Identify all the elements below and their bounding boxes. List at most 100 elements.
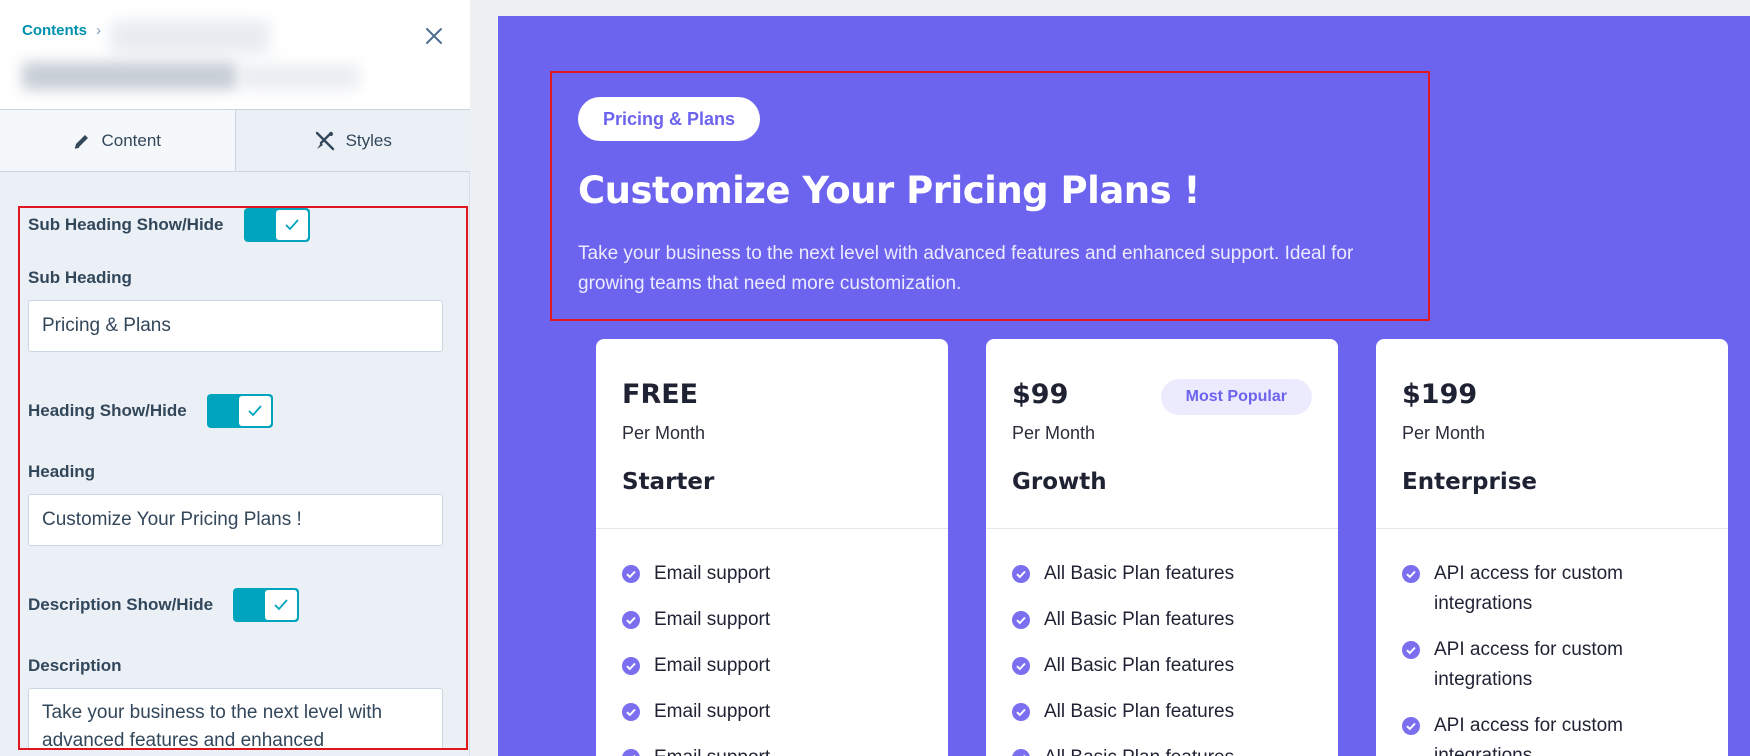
feature-item: Email support [622, 559, 932, 589]
close-icon [426, 28, 442, 44]
heading-toggle[interactable] [206, 394, 273, 428]
breadcrumb: Contents › [22, 22, 101, 39]
feature-text: All Basic Plan features [1044, 655, 1235, 676]
content-form: Sub Heading Show/Hide Sub Heading Pricin… [18, 206, 468, 750]
check-circle-icon [1402, 641, 1420, 659]
feature-item: All Basic Plan features [1012, 605, 1322, 635]
subheading-toggle-label: Sub Heading Show/Hide [28, 215, 224, 234]
feature-item: API access for custom integrations [1402, 559, 1712, 619]
feature-item: Email support [622, 605, 932, 635]
feature-text: API access for custom integrations [1434, 563, 1624, 614]
feature-text: Email support [654, 609, 771, 630]
feature-text: All Basic Plan features [1044, 701, 1235, 722]
panel-header: Contents › [0, 0, 470, 110]
check-circle-icon [622, 749, 640, 756]
blurred-redacted-area [240, 64, 360, 90]
feature-text: All Basic Plan features [1044, 563, 1235, 584]
feature-text: Email support [654, 701, 771, 722]
description-toggle-row: Description Show/Hide [28, 588, 300, 622]
feature-text: API access for custom integrations [1434, 639, 1624, 690]
card-divider [1376, 528, 1728, 529]
heading-input[interactable]: Customize Your Pricing Plans ! [28, 494, 443, 546]
subheading-toggle-row: Sub Heading Show/Hide [28, 208, 310, 242]
pricing-card-growth: $99 Most Popular Per Month Growth All Ba… [986, 339, 1338, 756]
feature-item: Email support [622, 743, 932, 756]
check-circle-icon [1012, 565, 1030, 583]
check-icon [248, 405, 262, 417]
heading-toggle-row: Heading Show/Hide [28, 394, 273, 428]
editor-panel: Contents › Content Styles Sub Heading Sh… [0, 0, 470, 756]
check-circle-icon [622, 657, 640, 675]
subheading-label: Sub Heading [28, 268, 132, 287]
feature-list: API access for custom integrations API a… [1402, 559, 1712, 756]
card-divider [596, 528, 948, 529]
most-popular-badge: Most Popular [1160, 379, 1312, 415]
feature-item: All Basic Plan features [1012, 651, 1322, 681]
tab-styles[interactable]: Styles [235, 110, 470, 171]
heading-label: Heading [28, 462, 96, 481]
plan-name: Enterprise [1402, 469, 1538, 495]
plan-period: Per Month [1012, 423, 1096, 443]
subheading-pill: Pricing & Plans [578, 97, 761, 141]
subheading-input[interactable]: Pricing & Plans [28, 300, 443, 352]
hero-heading: Customize Your Pricing Plans ! [578, 169, 1200, 212]
card-divider [986, 528, 1338, 529]
feature-item: All Basic Plan features [1012, 697, 1322, 727]
feature-text: Email support [654, 563, 771, 584]
blurred-module-title [22, 62, 237, 90]
plan-price: FREE [622, 379, 699, 410]
feature-text: Email support [654, 743, 770, 756]
check-circle-icon [1402, 565, 1420, 583]
description-toggle[interactable] [233, 588, 300, 622]
tab-styles-label: Styles [345, 130, 392, 150]
check-circle-icon [622, 565, 640, 583]
check-circle-icon [1402, 717, 1420, 735]
plan-price: $199 [1402, 379, 1478, 410]
plan-name: Starter [622, 469, 715, 495]
plan-price: $99 [1012, 379, 1069, 410]
feature-text: All Basic Plan features [1044, 609, 1235, 630]
pricing-card-enterprise: $199 Per Month Enterprise API access for… [1376, 339, 1728, 756]
feature-item: Email support [622, 697, 932, 727]
description-label: Description [28, 656, 122, 675]
tab-content[interactable]: Content [0, 110, 236, 171]
description-textarea[interactable]: Take your business to the next level wit… [28, 688, 443, 748]
plan-period: Per Month [622, 423, 706, 443]
feature-item: Email support [622, 651, 932, 681]
subheading-toggle[interactable] [243, 208, 310, 242]
check-icon [284, 219, 299, 231]
check-circle-icon [622, 703, 640, 721]
panel-tabs: Content Styles [0, 110, 470, 172]
pricing-card-starter: FREE Per Month Starter Email support Ema… [596, 339, 948, 756]
pricing-preview: Pricing & Plans Customize Your Pricing P… [498, 16, 1750, 756]
check-circle-icon [1012, 703, 1030, 721]
description-toggle-label: Description Show/Hide [28, 595, 214, 614]
breadcrumb-separator: › [96, 22, 101, 39]
feature-item: All Basic Plan features [1012, 559, 1322, 589]
toggle-knob [237, 395, 272, 427]
plan-name: Growth [1012, 469, 1107, 495]
hero-description: Take your business to the next level wit… [578, 243, 1354, 294]
brush-tools-icon [315, 131, 334, 150]
feature-item: API access for custom integrations [1402, 635, 1712, 695]
breadcrumb-link-contents[interactable]: Contents [22, 22, 87, 39]
check-circle-icon [1012, 657, 1030, 675]
check-circle-icon [1012, 749, 1030, 756]
check-circle-icon [1012, 611, 1030, 629]
plan-period: Per Month [1402, 423, 1486, 443]
pencil-icon [75, 134, 89, 149]
heading-toggle-label: Heading Show/Hide [28, 401, 187, 420]
feature-text: API access for custom integrations [1434, 715, 1624, 756]
hero-section-highlight: Pricing & Plans Customize Your Pricing P… [550, 71, 1430, 321]
feature-item: API access for custom integrations [1402, 711, 1712, 756]
toggle-knob [274, 209, 309, 241]
toggle-knob [264, 589, 299, 621]
tab-content-label: Content [101, 130, 162, 150]
feature-text: Email support [654, 655, 771, 676]
check-circle-icon [622, 611, 640, 629]
feature-text: All Basic Plan features [1044, 743, 1234, 756]
feature-item: All Basic Plan features [1012, 743, 1322, 756]
close-button[interactable] [420, 22, 448, 50]
feature-list: Email support Email support Email suppor… [622, 559, 932, 756]
check-icon [274, 599, 288, 611]
